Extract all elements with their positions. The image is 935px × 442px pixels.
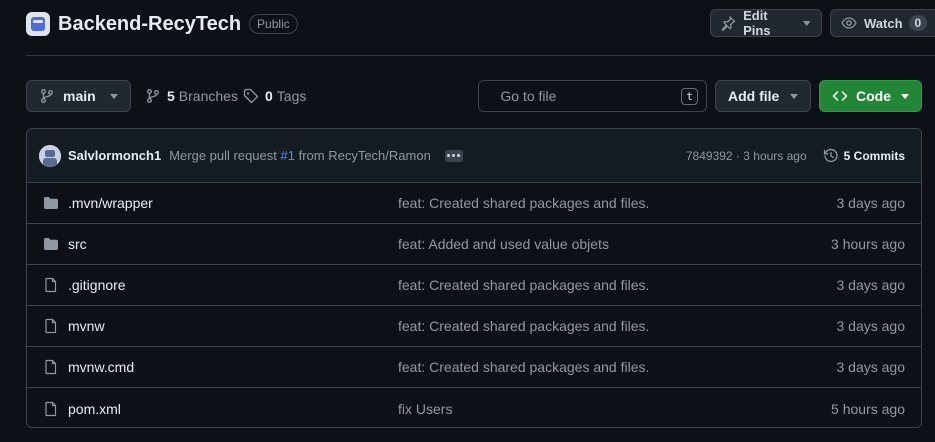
edit-pins-label: Edit Pins bbox=[743, 8, 771, 38]
file-name[interactable]: src bbox=[68, 236, 398, 252]
file-row[interactable]: .mvn/wrapper feat: Created shared packag… bbox=[27, 183, 921, 224]
file-name[interactable]: mvnw bbox=[68, 318, 398, 334]
branch-selector[interactable]: main bbox=[26, 80, 131, 112]
chevron-down-icon bbox=[790, 93, 798, 99]
file-icon bbox=[45, 401, 57, 416]
file-commit-message[interactable]: feat: Created shared packages and files. bbox=[398, 359, 837, 375]
file-row[interactable]: src feat: Added and used value objets 3 … bbox=[27, 224, 921, 265]
branches-label: Branches bbox=[178, 88, 238, 104]
file-commit-date: 3 days ago bbox=[836, 359, 906, 375]
tags-label: Tags bbox=[276, 88, 307, 104]
chevron-down-icon bbox=[110, 93, 118, 99]
commit-author[interactable]: Salvlormonch1 bbox=[68, 148, 161, 163]
watch-button[interactable]: Watch 0 bbox=[830, 9, 935, 37]
watch-count: 0 bbox=[908, 15, 928, 31]
file-listing: Salvlormonch1 Merge pull request #1 from… bbox=[26, 128, 922, 428]
file-commit-message[interactable]: feat: Created shared packages and files. bbox=[398, 318, 837, 334]
history-icon bbox=[823, 148, 838, 162]
commit-message-suffix: from RecyTech/Ramon bbox=[298, 148, 431, 163]
branches-link[interactable]: 5 Branches bbox=[145, 88, 238, 104]
file-commit-date: 3 days ago bbox=[836, 195, 906, 211]
chevron-down-icon bbox=[901, 93, 909, 99]
tag-icon bbox=[243, 88, 259, 104]
latest-commit-bar: Salvlormonch1 Merge pull request #1 from… bbox=[27, 129, 921, 183]
file-name[interactable]: pom.xml bbox=[68, 401, 398, 417]
file-commit-date: 3 days ago bbox=[836, 318, 906, 334]
file-commit-date: 3 hours ago bbox=[831, 236, 905, 252]
repo-avatar bbox=[26, 12, 50, 36]
tags-link[interactable]: 0 Tags bbox=[243, 88, 306, 104]
branch-icon bbox=[147, 89, 159, 103]
go-to-file-search[interactable]: t bbox=[478, 80, 707, 112]
visibility-badge: Public bbox=[249, 14, 298, 34]
folder-icon bbox=[44, 238, 58, 250]
file-commit-date: 5 hours ago bbox=[831, 400, 905, 417]
commit-message-prefix: Merge pull request bbox=[169, 148, 277, 163]
file-commit-message[interactable]: feat: Added and used value objets bbox=[398, 236, 831, 252]
file-icon bbox=[45, 318, 57, 334]
commits-label: 5 Commits bbox=[843, 148, 905, 163]
code-label: Code bbox=[856, 88, 891, 104]
add-file-button[interactable]: Add file bbox=[715, 80, 811, 112]
file-row[interactable]: mvnw.cmd feat: Created shared packages a… bbox=[27, 347, 921, 388]
eye-icon bbox=[841, 17, 857, 29]
file-commit-message[interactable]: fix Users bbox=[398, 401, 831, 417]
file-icon bbox=[45, 359, 57, 375]
file-row[interactable]: mvnw feat: Created shared packages and f… bbox=[27, 306, 921, 347]
repo-header: Backend-RecyTech Public bbox=[26, 12, 298, 36]
file-commit-date: 3 days ago bbox=[836, 277, 906, 293]
file-row[interactable]: pom.xml fix Users 5 hours ago bbox=[27, 388, 921, 427]
header-divider bbox=[26, 55, 935, 56]
avatar[interactable] bbox=[39, 144, 61, 167]
branch-icon bbox=[41, 89, 53, 103]
file-row[interactable]: .gitignore feat: Created shared packages… bbox=[27, 265, 921, 306]
tags-count: 0 bbox=[265, 88, 273, 104]
commit-hash-time[interactable]: 7849392 · 3 hours ago bbox=[686, 149, 807, 163]
branch-name: main bbox=[63, 88, 96, 104]
ellipsis-icon[interactable] bbox=[444, 149, 463, 162]
go-to-file-input[interactable] bbox=[500, 88, 682, 104]
file-name[interactable]: .mvn/wrapper bbox=[68, 195, 398, 211]
file-name[interactable]: mvnw.cmd bbox=[68, 359, 398, 375]
search-shortcut-key: t bbox=[681, 87, 698, 105]
folder-icon bbox=[44, 197, 58, 209]
file-commit-message[interactable]: feat: Created shared packages and files. bbox=[398, 195, 837, 211]
watch-label: Watch bbox=[864, 15, 903, 31]
add-file-label: Add file bbox=[728, 88, 780, 104]
file-icon bbox=[45, 277, 57, 293]
file-commit-message[interactable]: feat: Created shared packages and files. bbox=[398, 277, 837, 293]
code-icon bbox=[832, 91, 848, 101]
code-button[interactable]: Code bbox=[819, 80, 922, 112]
branches-count: 5 bbox=[167, 88, 175, 104]
chevron-down-icon bbox=[803, 20, 811, 26]
commits-history-link[interactable]: 5 Commits bbox=[823, 148, 905, 164]
pin-icon bbox=[721, 16, 736, 31]
edit-pins-button[interactable]: Edit Pins bbox=[710, 8, 822, 38]
commit-message[interactable]: Merge pull request #1 from RecyTech/Ramo… bbox=[169, 148, 431, 163]
search-icon bbox=[491, 95, 493, 97]
file-name[interactable]: .gitignore bbox=[68, 277, 398, 293]
user-avatar-icon bbox=[39, 144, 61, 167]
pr-link[interactable]: #1 bbox=[281, 148, 295, 163]
repo-name[interactable]: Backend-RecyTech bbox=[58, 13, 241, 36]
